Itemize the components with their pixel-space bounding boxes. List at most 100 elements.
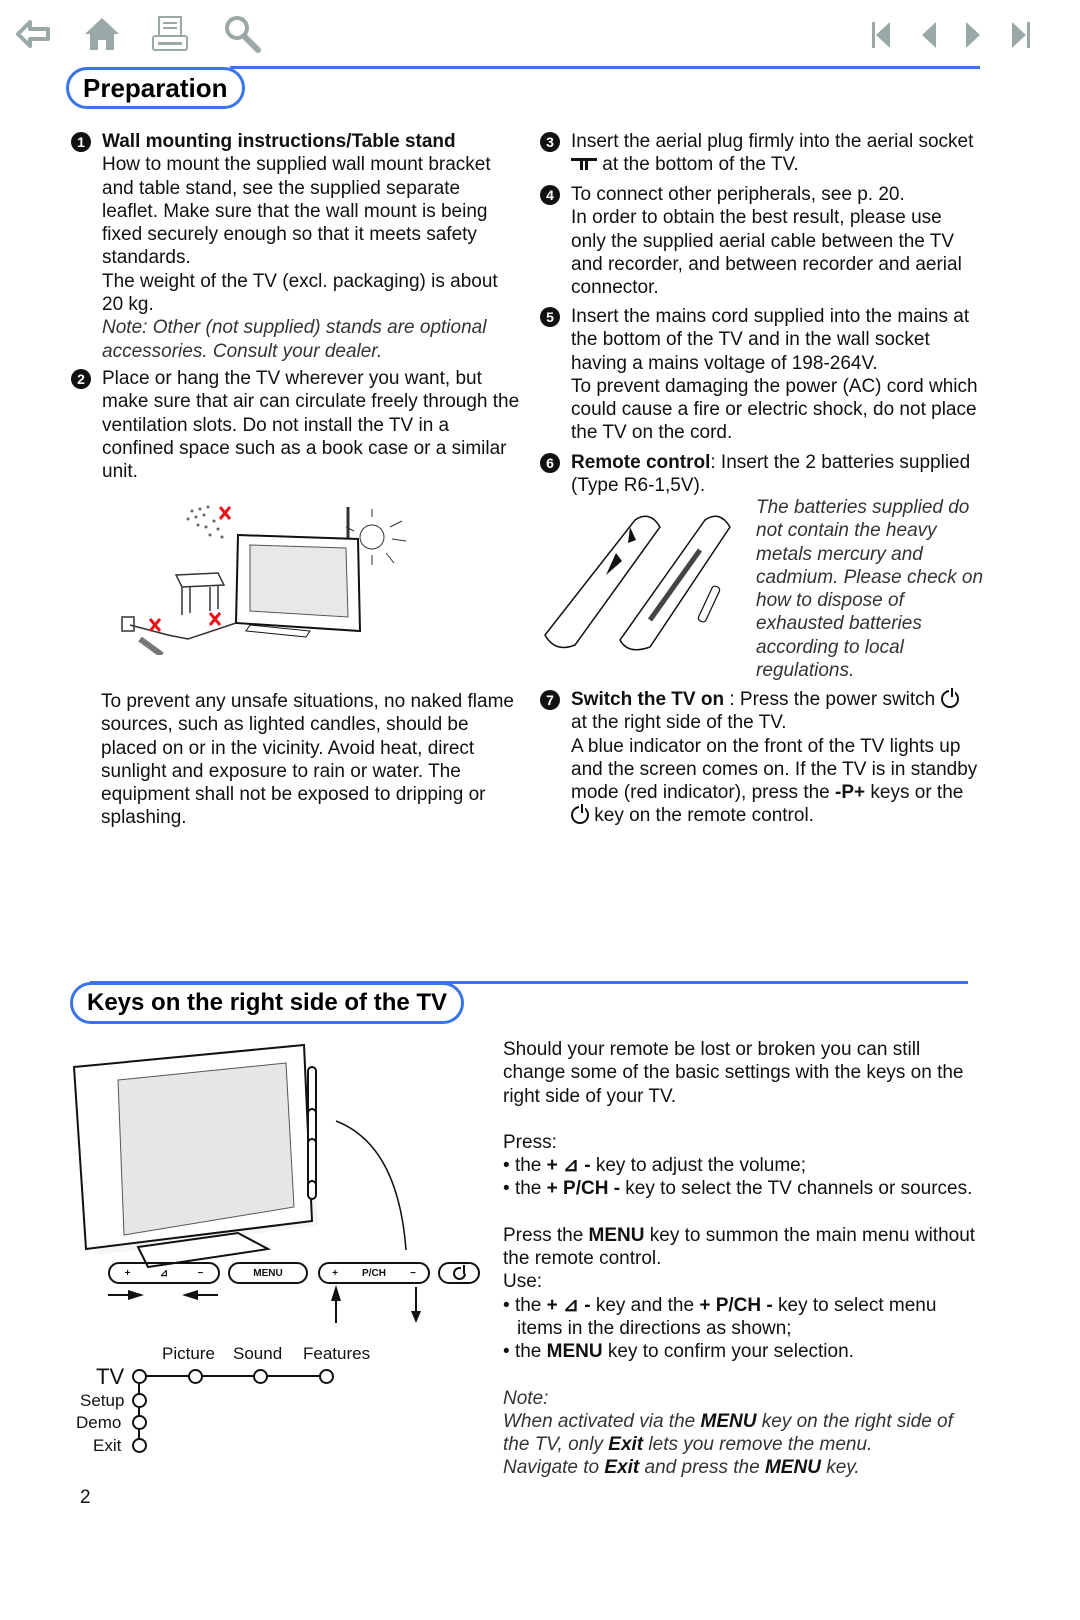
menu-key[interactable]: MENU bbox=[228, 1262, 308, 1284]
volume-plus[interactable]: + bbox=[125, 1268, 131, 1279]
step-text: key on the remote control. bbox=[594, 805, 814, 827]
step-number: 3 bbox=[540, 132, 560, 152]
previous-page-icon[interactable] bbox=[914, 14, 944, 54]
step-number: 1 bbox=[71, 132, 91, 152]
step-6: 6 Remote control: Insert the 2 batteries… bbox=[540, 451, 980, 498]
forbidden-x-icon bbox=[218, 506, 232, 520]
step-7: 7 Switch the TV on : Press the power swi… bbox=[540, 688, 980, 828]
step-heading: Switch the TV on bbox=[571, 689, 725, 710]
power-key[interactable] bbox=[438, 1262, 480, 1284]
menu-key-label: MENU bbox=[253, 1267, 283, 1279]
step-text: : Press the power switch bbox=[724, 689, 936, 710]
volume-icon: ⊿ bbox=[159, 1267, 169, 1279]
step-number: 2 bbox=[71, 369, 91, 389]
tv-placement-illustration bbox=[121, 505, 407, 655]
wall-socket-icon bbox=[121, 616, 237, 640]
note-label: Note: bbox=[503, 1387, 549, 1409]
channel-label: P/CH bbox=[362, 1267, 386, 1279]
step-1: 1 Wall mounting instructions/Table stand… bbox=[71, 130, 521, 363]
menu-item-setup: Setup bbox=[80, 1391, 125, 1410]
menu-connector bbox=[138, 1375, 140, 1445]
step-heading: Wall mounting instructions/Table stand bbox=[102, 131, 456, 152]
menu-item-features: Features bbox=[303, 1344, 371, 1363]
tv-icon bbox=[234, 533, 362, 638]
power-icon bbox=[452, 1264, 467, 1280]
menu-node bbox=[253, 1369, 268, 1384]
menu-connector bbox=[139, 1375, 325, 1377]
key-label: -P+ bbox=[835, 782, 866, 804]
direction-arrows bbox=[108, 1285, 421, 1323]
section-title-keys: Keys on the right side of the TV bbox=[70, 982, 465, 1024]
volume-minus[interactable]: − bbox=[197, 1268, 203, 1279]
safety-warning-text: To prevent any unsafe situations, no nak… bbox=[101, 691, 514, 829]
channel-key[interactable]: + P/CH − bbox=[318, 1262, 430, 1284]
step-3: 3 Insert the aerial plug firmly into the… bbox=[540, 130, 980, 177]
step-number: 6 bbox=[540, 453, 560, 473]
power-icon bbox=[940, 688, 959, 708]
battery-icon bbox=[697, 585, 721, 623]
remote-battery-illustration bbox=[544, 515, 731, 651]
search-icon[interactable] bbox=[222, 14, 262, 54]
battery-note: The batteries supplied do not contain th… bbox=[756, 497, 984, 682]
step-text: Insert the mains cord supplied into the … bbox=[571, 306, 970, 374]
step-text: To prevent damaging the power (AC) cord … bbox=[571, 375, 978, 444]
section-title-preparation: Preparation bbox=[66, 67, 245, 109]
arrow-down-icon bbox=[411, 1287, 421, 1323]
first-page-icon[interactable] bbox=[866, 14, 896, 54]
home-icon[interactable] bbox=[82, 14, 122, 54]
channel-minus[interactable]: − bbox=[410, 1268, 416, 1279]
step-2: 2 Place or hang the TV wherever you want… bbox=[71, 367, 521, 483]
print-icon[interactable] bbox=[150, 14, 190, 54]
menu-node bbox=[188, 1369, 203, 1384]
channel-plus[interactable]: + bbox=[332, 1268, 338, 1279]
step-number: 4 bbox=[540, 185, 560, 205]
power-icon bbox=[571, 804, 589, 825]
step-text: How to mount the supplied wall mount bra… bbox=[102, 154, 491, 269]
step-text: Place or hang the TV wherever you want, … bbox=[102, 368, 520, 483]
menu-node bbox=[319, 1369, 334, 1384]
step-text: Insert the aerial plug firmly into the a… bbox=[571, 131, 974, 152]
menu-item-picture: Picture bbox=[162, 1344, 215, 1363]
bullet-item: • the MENU key to confirm your selection… bbox=[503, 1341, 854, 1363]
step-text: at the right side of the TV. bbox=[571, 712, 787, 734]
step-text: To connect other peripherals, see p. 20. bbox=[571, 184, 905, 205]
menu-node bbox=[132, 1393, 147, 1408]
back-arrow-icon[interactable] bbox=[14, 14, 54, 54]
arrow-right-icon bbox=[108, 1290, 144, 1300]
keys-intro: Should your remote be lost or broken you… bbox=[503, 1039, 964, 1107]
volume-key[interactable]: + ⊿ − bbox=[108, 1262, 220, 1284]
press-label: Press: bbox=[503, 1131, 557, 1153]
menu-item-demo: Demo bbox=[76, 1413, 122, 1432]
menu-item-tv: TV bbox=[96, 1364, 125, 1389]
keys-instructions: Should your remote be lost or broken you… bbox=[503, 1038, 978, 1480]
section-divider bbox=[230, 66, 980, 69]
bullet-item: • the + P/CH - key to select the TV chan… bbox=[503, 1178, 973, 1200]
menu-node bbox=[132, 1438, 147, 1453]
arrow-up-icon bbox=[331, 1285, 341, 1323]
step-5: 5 Insert the mains cord supplied into th… bbox=[540, 305, 980, 445]
bullet-item: • the + ⊿ - key and the + P/CH - key to … bbox=[503, 1294, 937, 1339]
menu-node bbox=[132, 1369, 147, 1384]
menu-instruction: Press the MENU key to summon the main me… bbox=[503, 1224, 976, 1270]
step-text: The weight of the TV (excl. packaging) i… bbox=[102, 270, 498, 316]
step-text: In order to obtain the best result, plea… bbox=[571, 207, 962, 299]
last-page-icon[interactable] bbox=[1006, 14, 1036, 54]
aerial-socket-icon bbox=[571, 158, 597, 171]
remote-control-icon bbox=[544, 515, 731, 651]
next-page-icon[interactable] bbox=[958, 14, 988, 54]
note-text: When activated via the MENU key on the r… bbox=[503, 1410, 953, 1479]
step-4: 4 To connect other peripherals, see p. 2… bbox=[540, 183, 980, 299]
step-heading: Remote control bbox=[571, 452, 711, 473]
step-number: 7 bbox=[540, 690, 560, 710]
rain-drops-icon bbox=[186, 505, 224, 539]
bullet-item: • the + ⊿ - key to adjust the volume; bbox=[503, 1155, 806, 1177]
step-text: keys or the bbox=[870, 782, 964, 804]
menu-node bbox=[132, 1415, 147, 1430]
step-note: Note: Other (not supplied) stands are op… bbox=[102, 317, 487, 362]
step-number: 5 bbox=[540, 307, 560, 327]
arrow-left-icon bbox=[182, 1290, 218, 1300]
menu-item-sound: Sound bbox=[233, 1344, 283, 1363]
step-text: at the bottom of the TV. bbox=[602, 154, 799, 176]
use-label: Use: bbox=[503, 1271, 543, 1293]
stool-icon bbox=[174, 572, 226, 615]
